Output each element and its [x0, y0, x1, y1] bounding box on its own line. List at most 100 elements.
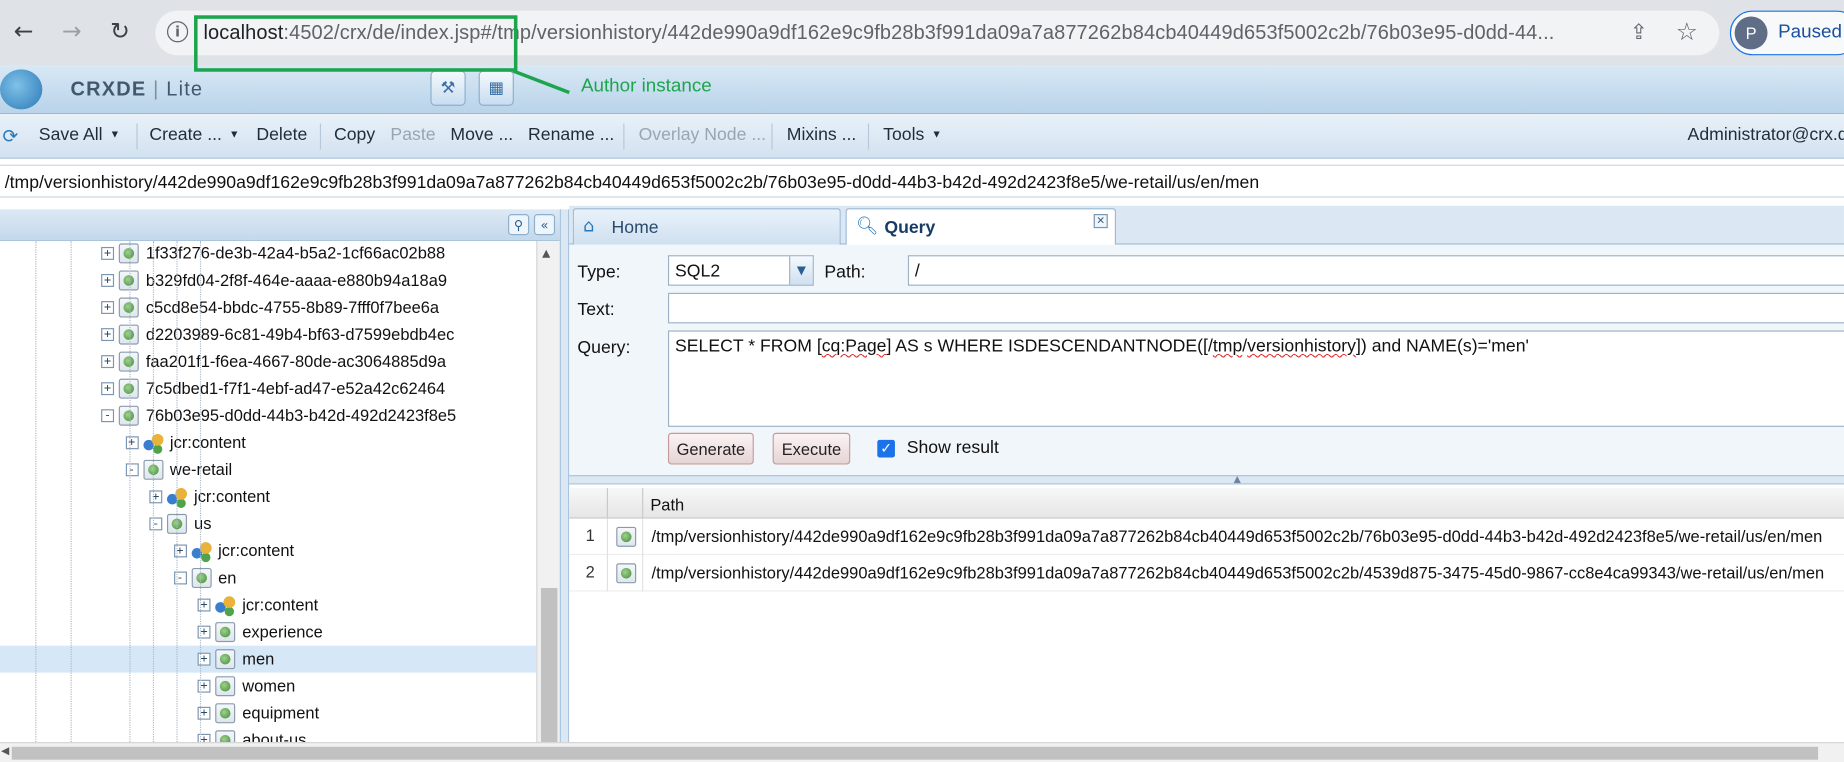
copy-button[interactable]: Copy — [334, 125, 375, 145]
query-type-select[interactable]: SQL2 ▼ — [667, 255, 814, 286]
horizontal-scrollbar[interactable]: ◀ — [0, 742, 1844, 762]
tree-node[interactable]: + jcr:content — [0, 429, 536, 456]
toolbar-divider — [867, 123, 870, 150]
user-menu[interactable]: Administrator@crx.de — [1688, 125, 1844, 145]
tree-node[interactable]: + jcr:content — [0, 592, 536, 619]
create-label: Create ... — [149, 124, 222, 145]
tree-node[interactable]: +7c5dbed1-f7f1-4ebf-ad47-e52a42c62464 — [0, 375, 536, 402]
bookmark-star-icon[interactable]: ☆ — [1676, 18, 1698, 46]
tree-node[interactable]: + men — [0, 645, 537, 673]
site-info-icon[interactable]: i — [166, 21, 189, 43]
tree-node[interactable]: + jcr:content — [0, 537, 536, 564]
tab-home[interactable]: ⌂ Home — [572, 208, 841, 245]
content-node-icon — [215, 595, 236, 615]
expand-icon[interactable]: + — [173, 544, 187, 558]
tree-node[interactable]: + experience — [0, 619, 536, 646]
share-icon[interactable]: ⇪ — [1630, 20, 1648, 45]
rename-button[interactable]: Rename ... — [528, 125, 614, 145]
show-result-checkbox[interactable]: ✓ — [877, 439, 895, 458]
generate-button[interactable]: Generate — [667, 432, 754, 465]
forward-icon[interactable]: → — [58, 16, 86, 44]
tree-node-label: 7c5dbed1-f7f1-4ebf-ad47-e52a42c62464 — [145, 378, 446, 398]
create-button[interactable]: Create ... ▼ — [149, 125, 239, 145]
tab-home-label: Home — [611, 217, 659, 238]
query-text-input[interactable] — [667, 292, 1844, 324]
query-path-value: / — [914, 261, 920, 282]
query-value: SELECT * FROM [cq:Page] AS s WHERE ISDES… — [675, 336, 1529, 356]
tab-query[interactable]: 🔍︎ Query × — [845, 208, 1117, 246]
execute-button[interactable]: Execute — [772, 432, 851, 465]
result-path[interactable]: /tmp/versionhistory/442de990a9df162e9c9f… — [652, 563, 1825, 582]
tree-node[interactable]: + equipment — [0, 700, 536, 727]
tree-node-label: en — [218, 568, 237, 587]
tree-node[interactable]: - we-retail — [0, 456, 536, 483]
horizontal-splitter[interactable]: ▲ — [569, 474, 1844, 485]
tree-node[interactable]: - us — [0, 510, 536, 537]
save-all-button[interactable]: Save All ▼ — [39, 125, 120, 145]
tree-node-label: jcr:content — [218, 540, 295, 560]
node-path-bar[interactable]: /tmp/versionhistory/442de990a9df162e9c9f… — [0, 164, 1844, 198]
vertical-splitter[interactable] — [559, 209, 570, 743]
tree-node[interactable]: + b329fd04-2f8f-464e-aaaa-e880b94a18a9 — [0, 267, 536, 294]
tree-scrollbar[interactable]: ▲ — [536, 241, 560, 743]
tree-node[interactable]: + c5cd8e54-bbdc-4755-8b89-7fff0f7bee6a — [0, 294, 536, 321]
home-icon: ⌂ — [583, 215, 595, 237]
profile-button[interactable]: P Paused — [1729, 10, 1844, 56]
tree-node-label: women — [242, 676, 296, 696]
expand-icon[interactable]: + — [149, 490, 163, 504]
page: ← → ↻ i localhost:4502/crx/de/index.jsp#… — [0, 0, 1844, 762]
close-tab-icon[interactable]: × — [1093, 214, 1108, 229]
tree-node[interactable]: - en — [0, 564, 536, 591]
text-label: Text: — [577, 299, 615, 320]
expand-icon[interactable]: + — [125, 436, 139, 450]
tree-node[interactable]: + faa201f1-f6ea-4667-80de-ac3064885d9a — [0, 348, 536, 375]
chevron-down-icon[interactable]: ▼ — [789, 256, 813, 285]
query-textarea[interactable]: SELECT * FROM [cq:Page] AS s WHERE ISDES… — [667, 330, 1844, 427]
tree-scrollbar-thumb[interactable] — [540, 588, 558, 743]
query-type-value: SQL2 — [675, 261, 721, 282]
collapse-icon[interactable]: - — [125, 463, 139, 477]
move-button[interactable]: Move ... — [450, 125, 513, 145]
mixins-button[interactable]: Mixins ... — [787, 125, 857, 145]
collapse-icon[interactable]: - — [101, 409, 115, 423]
tree-node[interactable]: + d2203989-6c81-49b4-bf63-d7599ebdb4ec — [0, 321, 536, 348]
expand-icon[interactable]: + — [101, 355, 115, 369]
tree-node[interactable]: - 76b03e95-d0dd-44b3-b42d-492d2423f8e5 — [0, 402, 536, 429]
tree-node[interactable]: + jcr:content — [0, 483, 536, 510]
expand-icon[interactable]: + — [101, 328, 115, 342]
find-node-icon[interactable]: ⚲ — [508, 214, 530, 236]
reload-icon[interactable]: ↻ — [106, 16, 134, 44]
dropdown-arrow-icon: ▼ — [109, 128, 121, 140]
back-icon[interactable]: ← — [9, 16, 37, 44]
table-row[interactable]: 1 /tmp/versionhistory/442de990a9df162e9c… — [569, 518, 1844, 556]
collapse-icon[interactable]: - — [149, 517, 163, 531]
save-all-label: Save All — [38, 124, 103, 145]
tree-node-label: jcr:content — [169, 432, 246, 452]
tools-switch-icon[interactable]: ⚒ — [430, 70, 466, 106]
expand-icon[interactable]: + — [101, 382, 115, 396]
scroll-up-icon[interactable]: ▲ — [542, 248, 550, 260]
collapse-icon[interactable]: - — [173, 571, 187, 585]
paste-button[interactable]: Paste — [390, 125, 435, 145]
refresh-icon[interactable]: ⟳ — [2, 125, 18, 147]
result-path[interactable]: /tmp/versionhistory/442de990a9df162e9c9f… — [652, 527, 1823, 546]
tree-node[interactable]: + women — [0, 673, 536, 700]
package-icon[interactable]: ▦ — [478, 70, 514, 106]
toolbar-divider — [623, 123, 625, 150]
dropdown-arrow-icon: ▼ — [228, 128, 240, 140]
overlay-node-button[interactable]: Overlay Node ... — [639, 125, 766, 145]
expand-icon[interactable]: + — [101, 246, 115, 260]
scroll-left-icon[interactable]: ◀ — [1, 746, 9, 758]
expand-icon[interactable]: + — [101, 274, 115, 287]
collapse-panel-icon[interactable]: « — [533, 214, 556, 236]
table-row[interactable]: 2 /tmp/versionhistory/442de990a9df162e9c… — [569, 555, 1844, 592]
tools-button[interactable]: Tools ▼ — [883, 125, 942, 145]
query-path-input[interactable]: / — [907, 255, 1844, 286]
splitter-grip-icon[interactable]: ▲ — [1234, 474, 1241, 485]
tree-node[interactable]: +1f33f276-de3b-42a4-b5a2-1cf66ac02b88 — [0, 241, 536, 267]
editor-tabs: ⌂ Home 🔍︎ Query × — [569, 205, 1844, 246]
delete-button[interactable]: Delete — [256, 125, 307, 145]
horizontal-scrollbar-thumb[interactable] — [11, 746, 1819, 760]
tree-node[interactable]: + about-us — [0, 727, 536, 743]
expand-icon[interactable]: + — [101, 301, 115, 314]
